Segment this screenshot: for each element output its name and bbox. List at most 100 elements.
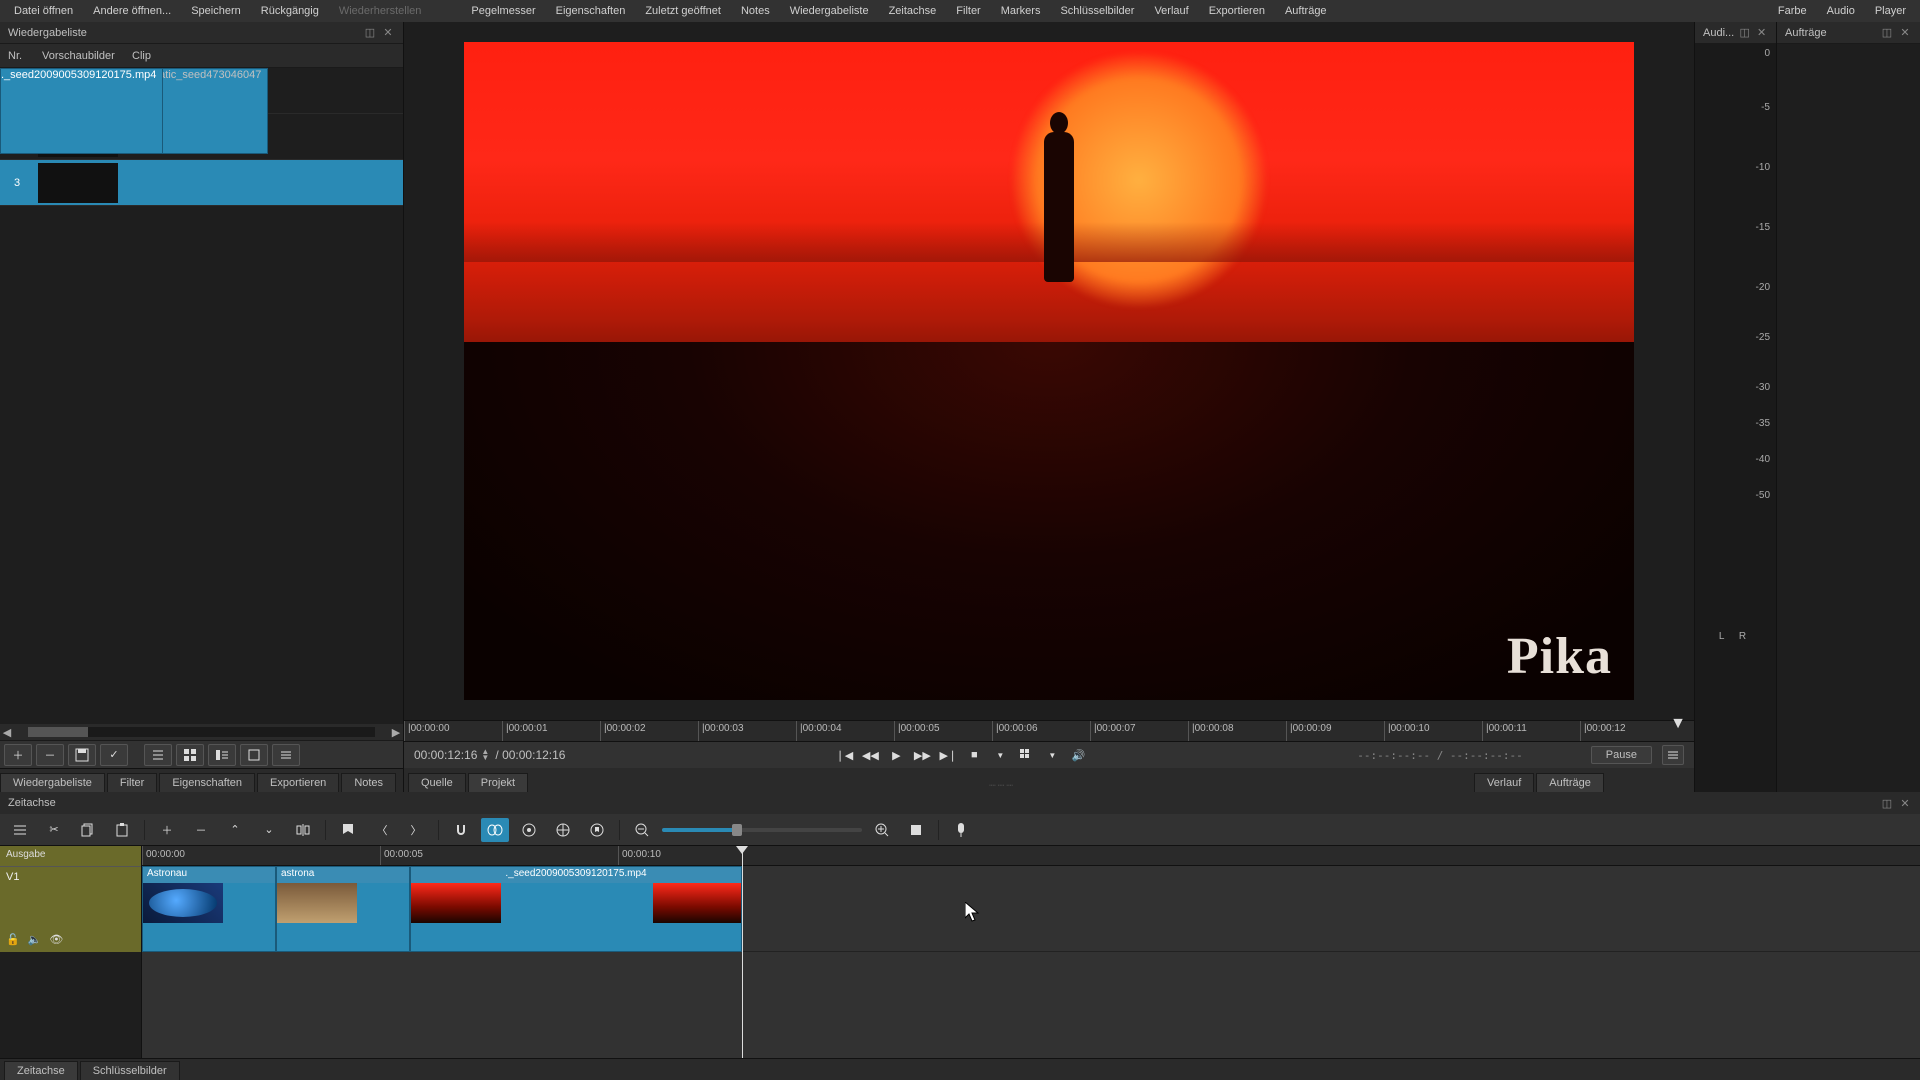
timeline-ruler[interactable]: 00:00:00 00:00:05 00:00:10	[142, 846, 1920, 866]
save-button[interactable]	[68, 744, 96, 766]
remove-button[interactable]: －	[187, 818, 215, 842]
transport-menu-button[interactable]	[1662, 745, 1684, 765]
output-track-header[interactable]: Ausgabe	[0, 846, 141, 866]
menu-keyframes[interactable]: Schlüsselbilder	[1050, 0, 1144, 22]
video-track-v1[interactable]: Astronau astrona ._seed2009005309120175.…	[142, 866, 1920, 952]
preview-viewport[interactable]: Pika	[404, 22, 1694, 720]
scroll-left-icon[interactable]: ◀	[0, 726, 14, 739]
audio-meter[interactable]: 0 -5 -10 -15 -20 -25 -30 -35 -40 -50 L R	[1695, 44, 1776, 792]
timecode-spinner[interactable]: ▲▼	[481, 749, 491, 761]
grid-toggle-button[interactable]	[1015, 745, 1037, 765]
close-icon[interactable]: ✕	[381, 26, 395, 40]
undock-icon[interactable]: ◫	[363, 26, 377, 40]
timeline-tracks-area[interactable]: 00:00:00 00:00:05 00:00:10 Astronau astr…	[142, 846, 1920, 1058]
stop-button[interactable]: ■	[963, 745, 985, 765]
menu-filter[interactable]: Filter	[946, 0, 990, 22]
view-grid-button[interactable]	[176, 744, 204, 766]
zoom-slider[interactable]	[662, 828, 862, 832]
view-detail-button[interactable]	[208, 744, 236, 766]
split-button[interactable]	[289, 818, 317, 842]
skip-end-button[interactable]: ▶❘	[937, 745, 959, 765]
zoom-in-button[interactable]	[868, 818, 896, 842]
playlist-hscrollbar[interactable]: ◀ ▶	[0, 724, 403, 740]
overwrite-button[interactable]: ⌄	[255, 818, 283, 842]
v1-track-header[interactable]: V1 🔓 🔈 👁	[0, 866, 141, 952]
append-button[interactable]: ＋	[153, 818, 181, 842]
menu-export[interactable]: Exportieren	[1199, 0, 1275, 22]
close-icon[interactable]: ✕	[1755, 26, 1768, 40]
menu-undo[interactable]: Rückgängig	[251, 0, 329, 22]
tab-properties[interactable]: Eigenschaften	[159, 773, 255, 792]
scrub-button[interactable]	[481, 818, 509, 842]
tl-menu-button[interactable]	[6, 818, 34, 842]
zoom-fit-button[interactable]	[902, 818, 930, 842]
pause-button[interactable]: Pause	[1591, 746, 1652, 764]
menu-properties[interactable]: Eigenschaften	[546, 0, 636, 22]
tab-source[interactable]: Quelle	[408, 773, 466, 792]
menu-history[interactable]: Verlauf	[1144, 0, 1198, 22]
tab-playlist[interactable]: Wiedergabeliste	[0, 773, 105, 792]
tab-jobs[interactable]: Aufträge	[1536, 773, 1604, 792]
more-menu-button[interactable]	[272, 744, 300, 766]
tab-notes[interactable]: Notes	[341, 773, 396, 792]
col-nr[interactable]: Nr.	[0, 50, 34, 62]
ripple-markers-button[interactable]	[583, 818, 611, 842]
tab-project[interactable]: Projekt	[468, 773, 528, 792]
cut-button[interactable]: ✂	[40, 818, 68, 842]
undock-icon[interactable]: ◫	[1880, 26, 1894, 40]
grip-handle[interactable]: ┈┈┈	[530, 779, 1474, 792]
ripple-button[interactable]	[515, 818, 543, 842]
tab-export[interactable]: Exportieren	[257, 773, 339, 792]
menu-audio[interactable]: Audio	[1817, 0, 1865, 22]
dropdown-icon[interactable]: ▼	[1041, 745, 1063, 765]
col-thumb[interactable]: Vorschaubilder	[34, 50, 124, 62]
volume-button[interactable]: 🔊	[1067, 745, 1089, 765]
hide-icon[interactable]: 👁	[49, 933, 63, 946]
tab-timeline[interactable]: Zeitachse	[4, 1061, 78, 1080]
close-icon[interactable]: ✕	[1898, 26, 1912, 40]
scroll-right-icon[interactable]: ▶	[389, 726, 403, 739]
menu-recent[interactable]: Zuletzt geöffnet	[635, 0, 731, 22]
dropdown-icon[interactable]: ▼	[989, 745, 1011, 765]
add-button[interactable]: ＋	[4, 744, 32, 766]
menu-jobs[interactable]: Aufträge	[1275, 0, 1337, 22]
lock-icon[interactable]: 🔓	[6, 933, 20, 946]
current-timecode[interactable]: 00:00:12:16	[414, 748, 477, 762]
tab-filter[interactable]: Filter	[107, 773, 157, 792]
menu-playlist[interactable]: Wiedergabeliste	[780, 0, 879, 22]
timeline-clip[interactable]: Astronau	[142, 866, 276, 952]
view-list-button[interactable]	[144, 744, 172, 766]
record-audio-button[interactable]	[947, 818, 975, 842]
playlist-row-selected[interactable]: 3 ._seed2009005309120175.mp4	[0, 160, 403, 206]
lift-button[interactable]: ⌃	[221, 818, 249, 842]
menu-color[interactable]: Farbe	[1768, 0, 1817, 22]
preview-time-ruler[interactable]: ▼ |00:00:00|00:00:01|00:00:02|00:00:03|0…	[404, 720, 1694, 742]
mute-icon[interactable]: 🔈	[28, 933, 42, 946]
fast-forward-button[interactable]: ▶▶	[911, 745, 933, 765]
tab-keyframes[interactable]: Schlüsselbilder	[80, 1061, 180, 1080]
menu-notes[interactable]: Notes	[731, 0, 780, 22]
close-icon[interactable]: ✕	[1898, 796, 1912, 810]
undock-icon[interactable]: ◫	[1880, 796, 1894, 810]
copy-button[interactable]	[74, 818, 102, 842]
prev-marker-button[interactable]: 〈	[368, 818, 396, 842]
ripple-all-button[interactable]	[549, 818, 577, 842]
skip-start-button[interactable]: ❘◀	[833, 745, 855, 765]
menu-pegelmeter[interactable]: Pegelmesser	[461, 0, 545, 22]
snap-button[interactable]	[447, 818, 475, 842]
undock-icon[interactable]: ◫	[1738, 26, 1751, 40]
play-button[interactable]: ▶	[885, 745, 907, 765]
menu-save[interactable]: Speichern	[181, 0, 251, 22]
marker-button[interactable]	[334, 818, 362, 842]
menu-timeline[interactable]: Zeitachse	[879, 0, 947, 22]
menu-markers[interactable]: Markers	[991, 0, 1051, 22]
tab-history[interactable]: Verlauf	[1474, 773, 1534, 792]
view-tile-button[interactable]	[240, 744, 268, 766]
playhead-line[interactable]	[742, 846, 743, 1058]
menu-file-open[interactable]: Datei öffnen	[4, 0, 83, 22]
menu-other-open[interactable]: Andere öffnen...	[83, 0, 181, 22]
timeline-clip[interactable]: astrona	[276, 866, 410, 952]
remove-button[interactable]: －	[36, 744, 64, 766]
menu-player[interactable]: Player	[1865, 0, 1916, 22]
zoom-out-button[interactable]	[628, 818, 656, 842]
